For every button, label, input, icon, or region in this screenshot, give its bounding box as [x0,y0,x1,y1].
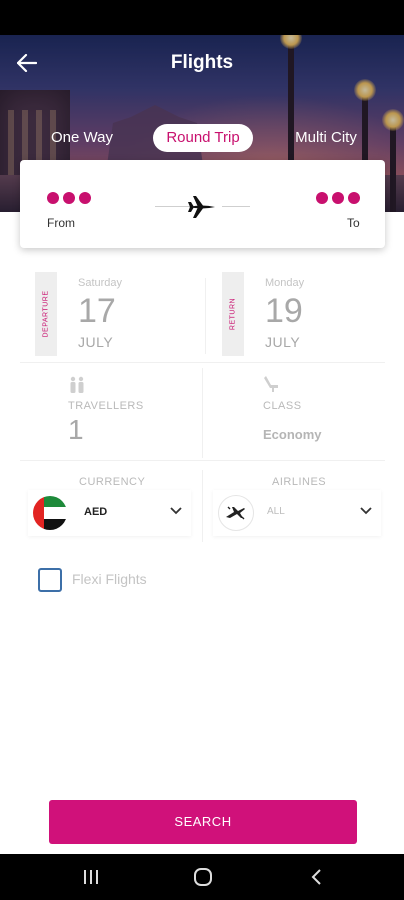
route-card: From To [20,160,385,248]
from-label: From [47,216,75,230]
currency-label: CURRENCY [79,476,146,488]
tab-one-way[interactable]: One Way [40,124,124,152]
search-button[interactable]: SEARCH [49,800,357,844]
recent-apps-button[interactable] [79,866,103,888]
departure-date: 17 [78,292,116,330]
return-day: Monday [265,277,305,289]
airlines-icon [218,495,254,531]
class-label: CLASS [263,400,302,412]
chevron-left-icon [311,869,321,885]
return-month: JULY [265,334,301,350]
status-bar [0,0,404,35]
airlines-dropdown[interactable]: ALL [213,490,381,536]
from-airport-selector[interactable] [47,192,91,204]
tab-round-trip[interactable]: Round Trip [153,124,253,152]
class-value: Economy [263,427,322,442]
departure-month: JULY [78,334,114,350]
travellers-label: TRAVELLERS [68,400,144,412]
system-nav-bar [0,854,404,900]
flexi-flights-label: Flexi Flights [72,571,147,587]
departure-tag: DEPARTURE [35,272,57,356]
seat-icon [264,376,278,392]
to-airport-selector[interactable] [316,192,360,204]
home-icon [194,868,212,886]
return-tag: RETURN [222,272,244,356]
travellers-value: 1 [68,414,84,445]
recent-apps-icon [84,870,98,884]
to-label: To [347,216,360,230]
chevron-down-icon [360,507,372,515]
currency-value: AED [84,506,108,518]
return-date-selector[interactable]: RETURN Monday 19 JULY [222,272,392,356]
tab-multi-city[interactable]: Multi City [284,124,368,152]
trip-type-tabs: One Way Round Trip Multi City [0,124,404,152]
airplane-icon [188,196,216,218]
currency-dropdown[interactable]: AED [28,490,191,536]
departure-date-selector[interactable]: DEPARTURE Saturday 17 JULY [35,272,205,356]
return-date: 19 [265,292,303,330]
home-button[interactable] [191,866,215,888]
flexi-flights-checkbox[interactable] [38,568,62,592]
back-nav-button[interactable] [305,866,329,888]
departure-day: Saturday [78,277,123,289]
chevron-down-icon [170,507,182,515]
travellers-selector[interactable]: TRAVELLERS 1 [20,364,200,459]
airlines-label: AIRLINES [272,476,327,488]
page-title: Flights [170,52,234,73]
people-icon [70,376,84,393]
uae-flag-icon [33,496,67,530]
class-selector[interactable]: CLASS Economy [205,364,385,459]
airlines-value: ALL [267,506,285,517]
